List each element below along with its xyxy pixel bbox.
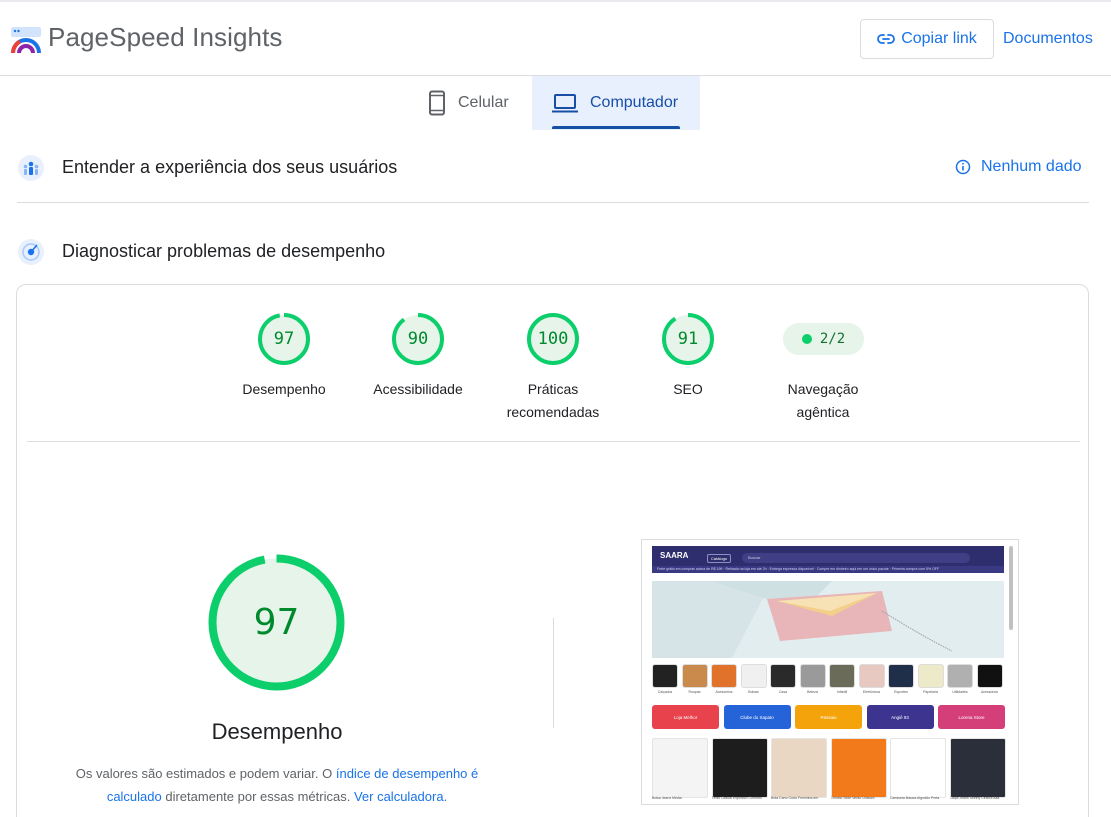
copy-link-button[interactable]: Copiar link bbox=[860, 19, 994, 59]
calculator-link[interactable]: Ver calculadora. bbox=[354, 789, 447, 804]
users-icon bbox=[17, 154, 45, 182]
thumb-logo: SAARA bbox=[660, 551, 689, 560]
pass-dot-icon bbox=[801, 334, 812, 344]
lab-section-title: Diagnosticar problemas de desempenho bbox=[62, 241, 386, 261]
thumb-product-image bbox=[890, 738, 946, 798]
thumb-brand-button: Loja Melhor bbox=[652, 705, 719, 729]
app-header: PageSpeed Insights Copiar link Documento… bbox=[0, 2, 1111, 76]
thumb-category-item: Acessórios bbox=[711, 664, 737, 696]
app-title: PageSpeed Insights bbox=[48, 22, 283, 52]
thumb-product-label: Calça Jeans Skinny Cintura Alta bbox=[949, 796, 1000, 800]
link-icon bbox=[877, 34, 896, 44]
agentic-label: Navegação agêntica bbox=[787, 381, 859, 420]
thumb-category-item: Calçados bbox=[652, 664, 678, 696]
seo-score: 91 bbox=[677, 329, 699, 349]
thumb-product-image bbox=[711, 738, 768, 798]
accessibility-gauge[interactable]: 90 bbox=[391, 312, 445, 366]
thumb-product-label: Chinelo Slide Verão Unissex bbox=[830, 796, 875, 800]
thumb-category-item: Eletrônicos bbox=[858, 664, 885, 696]
thumb-product-image bbox=[771, 738, 827, 798]
tab-desktop-label: Computador bbox=[590, 94, 679, 111]
seo-gauge[interactable]: 91 bbox=[661, 312, 715, 366]
thumb-brand-button: Passaio bbox=[795, 705, 862, 729]
thumb-product-image bbox=[949, 738, 1006, 798]
tab-active-indicator bbox=[552, 126, 680, 129]
performance-score: 97 bbox=[273, 329, 295, 349]
agentic-score: 2/2 bbox=[819, 331, 846, 347]
thumb-category-item: Esportes bbox=[888, 664, 914, 696]
thumb-category-item: Casa bbox=[770, 664, 796, 696]
performance-big-score: 97 bbox=[253, 602, 300, 643]
accessibility-score: 90 bbox=[407, 329, 429, 349]
thumb-category-item: Papelaria bbox=[917, 664, 944, 696]
thumb-category-item: Infantil bbox=[829, 664, 855, 696]
seo-label: SEO bbox=[673, 381, 703, 397]
no-data-label: Nenhum dado bbox=[981, 158, 1082, 175]
thumb-product-label: Bolsa Jeans Média bbox=[652, 796, 682, 800]
section-divider bbox=[17, 202, 1089, 203]
thumb-product-label: Bota Cano Curto Feminina em bbox=[771, 796, 819, 800]
thumb-product-image bbox=[830, 738, 887, 798]
thumb-navbar: SAARA Catálogo Buscar Frete grátis em co… bbox=[652, 546, 1004, 573]
thumb-search: Buscar bbox=[742, 553, 970, 563]
thumb-brand-button: Clube do Sapato bbox=[723, 705, 791, 729]
pagespeed-logo-icon[interactable] bbox=[10, 26, 42, 54]
no-data-link[interactable]: Nenhum dado bbox=[955, 158, 1082, 176]
performance-big-label: Desempenho bbox=[211, 719, 343, 744]
thumb-category-row: Calçados Roupas Acessórios Bolsas Casa Beleza… bbox=[652, 664, 1004, 700]
phone-icon bbox=[429, 90, 445, 116]
thumb-product-image bbox=[652, 738, 708, 798]
performance-description: Os valores são estimados e podem variar.… bbox=[75, 766, 479, 804]
thumb-brand-button: Angiê 93 bbox=[866, 705, 934, 729]
thumb-category-item: Bolsas bbox=[740, 664, 767, 696]
final-screenshot[interactable]: SAARA Catálogo Buscar Frete grátis em co… bbox=[641, 539, 1019, 805]
thumb-brand-button: Lorena Store bbox=[938, 705, 1005, 729]
tab-desktop[interactable]: Computador bbox=[532, 76, 700, 130]
performance-label: Desempenho bbox=[242, 381, 326, 397]
performance-gauge[interactable]: 97 bbox=[257, 312, 311, 366]
laptop-icon bbox=[552, 94, 578, 113]
tab-mobile[interactable]: Celular bbox=[414, 76, 532, 130]
thumb-catalog-button: Catálogo bbox=[707, 554, 732, 563]
agentic-navigation-badge[interactable]: 2/2 bbox=[783, 323, 864, 355]
thumb-category-item: Beleza bbox=[799, 664, 826, 696]
best-practices-score: 100 bbox=[537, 329, 569, 349]
info-icon bbox=[955, 159, 971, 175]
thumb-category-item: Acessórios bbox=[976, 664, 1003, 696]
radar-icon bbox=[17, 238, 45, 266]
best-practices-gauge[interactable]: 100 bbox=[526, 312, 580, 366]
best-practices-label: Práticas recomendadas bbox=[506, 381, 600, 420]
thumb-category-item: Roupas bbox=[681, 664, 708, 696]
card-divider bbox=[27, 441, 1080, 442]
thumb-product-label: Tênis Casual Esportivo Conforto bbox=[711, 796, 762, 800]
thumb-banner bbox=[652, 581, 1004, 658]
thumb-scrollbar bbox=[1009, 546, 1013, 630]
tab-mobile-label: Celular bbox=[458, 94, 509, 111]
thumb-product-label: Camiseta Básica Algodão Preta bbox=[890, 796, 940, 800]
copy-link-label: Copiar link bbox=[901, 30, 977, 47]
docs-link[interactable]: Documentos bbox=[1003, 30, 1093, 48]
vertical-divider bbox=[553, 618, 554, 728]
thumb-promo-bar: Frete grátis em compras acima de R$ 199 … bbox=[652, 566, 1004, 573]
accessibility-label: Acessibilidade bbox=[373, 381, 463, 397]
field-section-title: Entender a experiência dos seus usuários bbox=[62, 157, 398, 177]
thumb-category-item: Utilidades bbox=[947, 664, 973, 696]
